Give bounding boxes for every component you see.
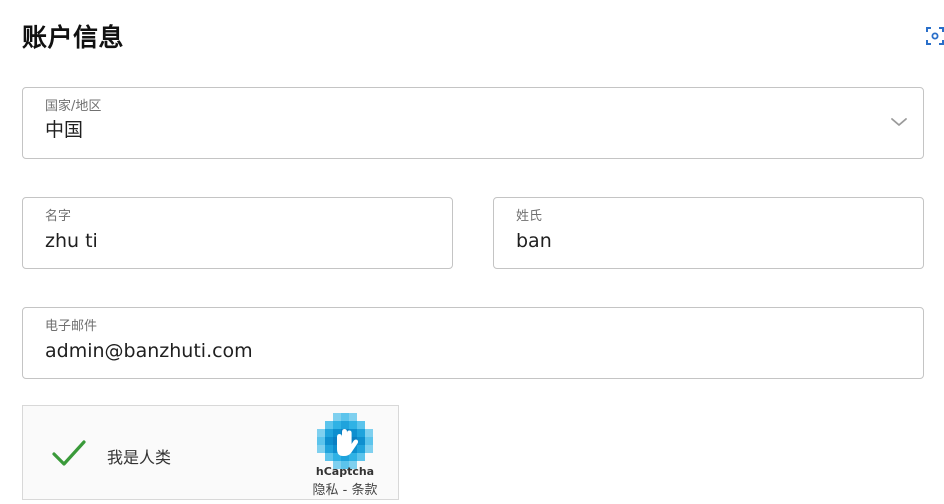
account-info-page: 账户信息 国家/地区 中国 名字 zhu ti 姓氏 ban 电子邮件 admi… bbox=[0, 0, 944, 504]
hcaptcha-widget: 我是人类 hCaptcha 隐私 - 条款 bbox=[22, 405, 399, 500]
email-input[interactable]: admin@banzhuti.com bbox=[45, 339, 253, 363]
first-name-input[interactable]: zhu ti bbox=[45, 229, 98, 253]
link-separator: - bbox=[338, 483, 352, 498]
privacy-link[interactable]: 隐私 bbox=[313, 483, 339, 498]
scan-icon bbox=[926, 27, 944, 45]
first-name-label: 名字 bbox=[45, 209, 72, 224]
last-name-field[interactable]: 姓氏 ban bbox=[493, 197, 924, 269]
country-label: 国家/地区 bbox=[45, 99, 102, 114]
scan-button[interactable] bbox=[926, 26, 944, 46]
page-title: 账户信息 bbox=[22, 23, 125, 52]
hcaptcha-logo-icon bbox=[317, 413, 373, 469]
email-field[interactable]: 电子邮件 admin@banzhuti.com bbox=[22, 307, 924, 379]
chevron-down-icon bbox=[891, 118, 907, 126]
country-select[interactable]: 国家/地区 中国 bbox=[22, 87, 924, 159]
country-value: 中国 bbox=[45, 119, 84, 141]
terms-link[interactable]: 条款 bbox=[351, 483, 377, 498]
captcha-brand: hCaptcha bbox=[315, 465, 375, 478]
first-name-field[interactable]: 名字 zhu ti bbox=[22, 197, 453, 269]
captcha-links: 隐私 - 条款 bbox=[303, 479, 387, 498]
last-name-label: 姓氏 bbox=[516, 209, 543, 224]
checkmark-icon[interactable] bbox=[51, 438, 87, 468]
email-label: 电子邮件 bbox=[45, 319, 98, 334]
captcha-status-text: 我是人类 bbox=[107, 448, 172, 467]
last-name-input[interactable]: ban bbox=[516, 229, 552, 253]
